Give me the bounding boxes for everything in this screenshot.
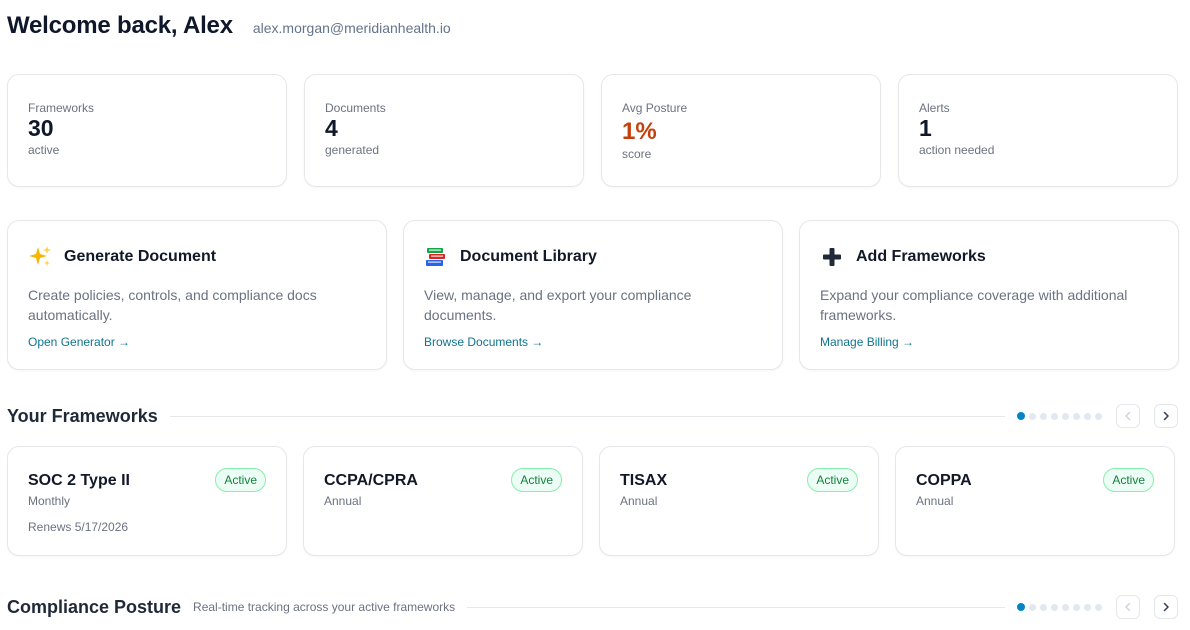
page-dot-active[interactable]	[1017, 603, 1025, 611]
action-description: View, manage, and export your compliance…	[424, 287, 692, 323]
page-dot[interactable]	[1095, 412, 1102, 420]
stat-value: 30	[28, 115, 54, 141]
status-badge: Active	[807, 468, 858, 492]
chevron-right-icon	[1163, 411, 1169, 421]
page-dot[interactable]	[1029, 412, 1036, 420]
status-badge: Active	[511, 468, 562, 492]
section-title: Compliance Posture	[7, 596, 182, 617]
stat-card-frameworks: Frameworks 30 active	[7, 74, 287, 187]
action-card-add-frameworks[interactable]: Add Frameworks Expand your compliance co…	[799, 220, 1179, 370]
page-title: Welcome back, Alex	[7, 12, 233, 39]
page-dot[interactable]	[1040, 603, 1047, 611]
page-dot[interactable]	[1062, 412, 1069, 420]
stat-label: Frameworks	[28, 101, 95, 115]
stat-value: 1%	[622, 118, 657, 145]
page-dot[interactable]	[1084, 412, 1091, 420]
divider	[169, 415, 1005, 417]
stat-label: Avg Posture	[622, 101, 688, 115]
stat-value: 1	[919, 115, 932, 141]
page-header: Welcome back, Alex alex.morgan@meridianh…	[7, 12, 451, 40]
stat-value: 4	[325, 115, 338, 141]
stat-sub: score	[622, 147, 652, 162]
user-email: alex.morgan@meridianhealth.io	[252, 20, 451, 36]
action-description: Expand your compliance coverage with add…	[820, 287, 1128, 323]
framework-renewal: Renews 5/17/2026	[28, 520, 129, 534]
stat-card-avg-posture: Avg Posture 1% score	[601, 74, 881, 187]
action-card-document-library[interactable]: Document Library View, manage, and expor…	[403, 220, 783, 370]
sparkles-icon	[28, 245, 52, 269]
action-card-generate-document[interactable]: Generate Document Create policies, contr…	[7, 220, 387, 370]
status-badge: Active	[1103, 468, 1154, 492]
page-dot[interactable]	[1040, 412, 1047, 420]
page-dot[interactable]	[1095, 603, 1102, 611]
pagination-dots	[1017, 412, 1102, 420]
action-title: Document Library	[460, 248, 597, 265]
framework-frequency: Annual	[620, 494, 658, 508]
stat-label: Documents	[325, 101, 386, 115]
browse-documents-link[interactable]: Browse Documents →	[424, 335, 543, 349]
page-dot[interactable]	[1062, 603, 1069, 611]
action-description: Create policies, controls, and complianc…	[28, 287, 317, 323]
framework-card-soc2[interactable]: SOC 2 Type II Monthly Renews 5/17/2026 A…	[7, 446, 287, 556]
chevron-left-icon	[1125, 411, 1131, 421]
page-dot[interactable]	[1073, 603, 1080, 611]
framework-frequency: Monthly	[28, 494, 71, 508]
books-icon	[424, 245, 448, 269]
action-title: Add Frameworks	[856, 248, 986, 265]
chevron-right-icon	[1163, 602, 1169, 612]
action-title: Generate Document	[64, 248, 217, 265]
chevron-left-icon	[1125, 602, 1131, 612]
page-dot[interactable]	[1051, 412, 1058, 420]
stat-sub: generated	[325, 143, 380, 158]
stat-card-documents: Documents 4 generated	[304, 74, 584, 187]
page-dot[interactable]	[1051, 603, 1058, 611]
page-dot[interactable]	[1084, 603, 1091, 611]
page-dot[interactable]	[1073, 412, 1080, 420]
divider	[467, 606, 1005, 608]
status-badge: Active	[215, 468, 266, 492]
plus-icon	[820, 245, 844, 269]
framework-frequency: Annual	[324, 494, 362, 508]
next-page-button[interactable]	[1154, 404, 1178, 428]
prev-page-button[interactable]	[1116, 595, 1140, 619]
stat-label: Alerts	[919, 101, 950, 115]
framework-card-tisax[interactable]: TISAX Annual Active	[599, 446, 879, 556]
next-page-button[interactable]	[1154, 595, 1178, 619]
open-generator-link[interactable]: Open Generator →	[28, 335, 130, 349]
prev-page-button[interactable]	[1116, 404, 1140, 428]
framework-card-ccpa[interactable]: CCPA/CPRA Annual Active	[303, 446, 583, 556]
framework-frequency: Annual	[916, 494, 954, 508]
section-subtitle: Real-time tracking across your active fr…	[193, 600, 456, 614]
stat-sub: active	[28, 143, 60, 158]
page-dot[interactable]	[1029, 603, 1036, 611]
section-title: Your Frameworks	[7, 405, 158, 426]
stat-sub: action needed	[919, 143, 995, 158]
frameworks-section-header: Your Frameworks	[7, 404, 1178, 428]
stat-card-alerts: Alerts 1 action needed	[898, 74, 1178, 187]
pagination-dots	[1017, 603, 1102, 611]
framework-card-coppa[interactable]: COPPA Annual Active	[895, 446, 1175, 556]
manage-billing-link[interactable]: Manage Billing →	[820, 335, 914, 349]
page-dot-active[interactable]	[1017, 412, 1025, 420]
posture-section-header: Compliance Posture Real-time tracking ac…	[7, 595, 1178, 619]
